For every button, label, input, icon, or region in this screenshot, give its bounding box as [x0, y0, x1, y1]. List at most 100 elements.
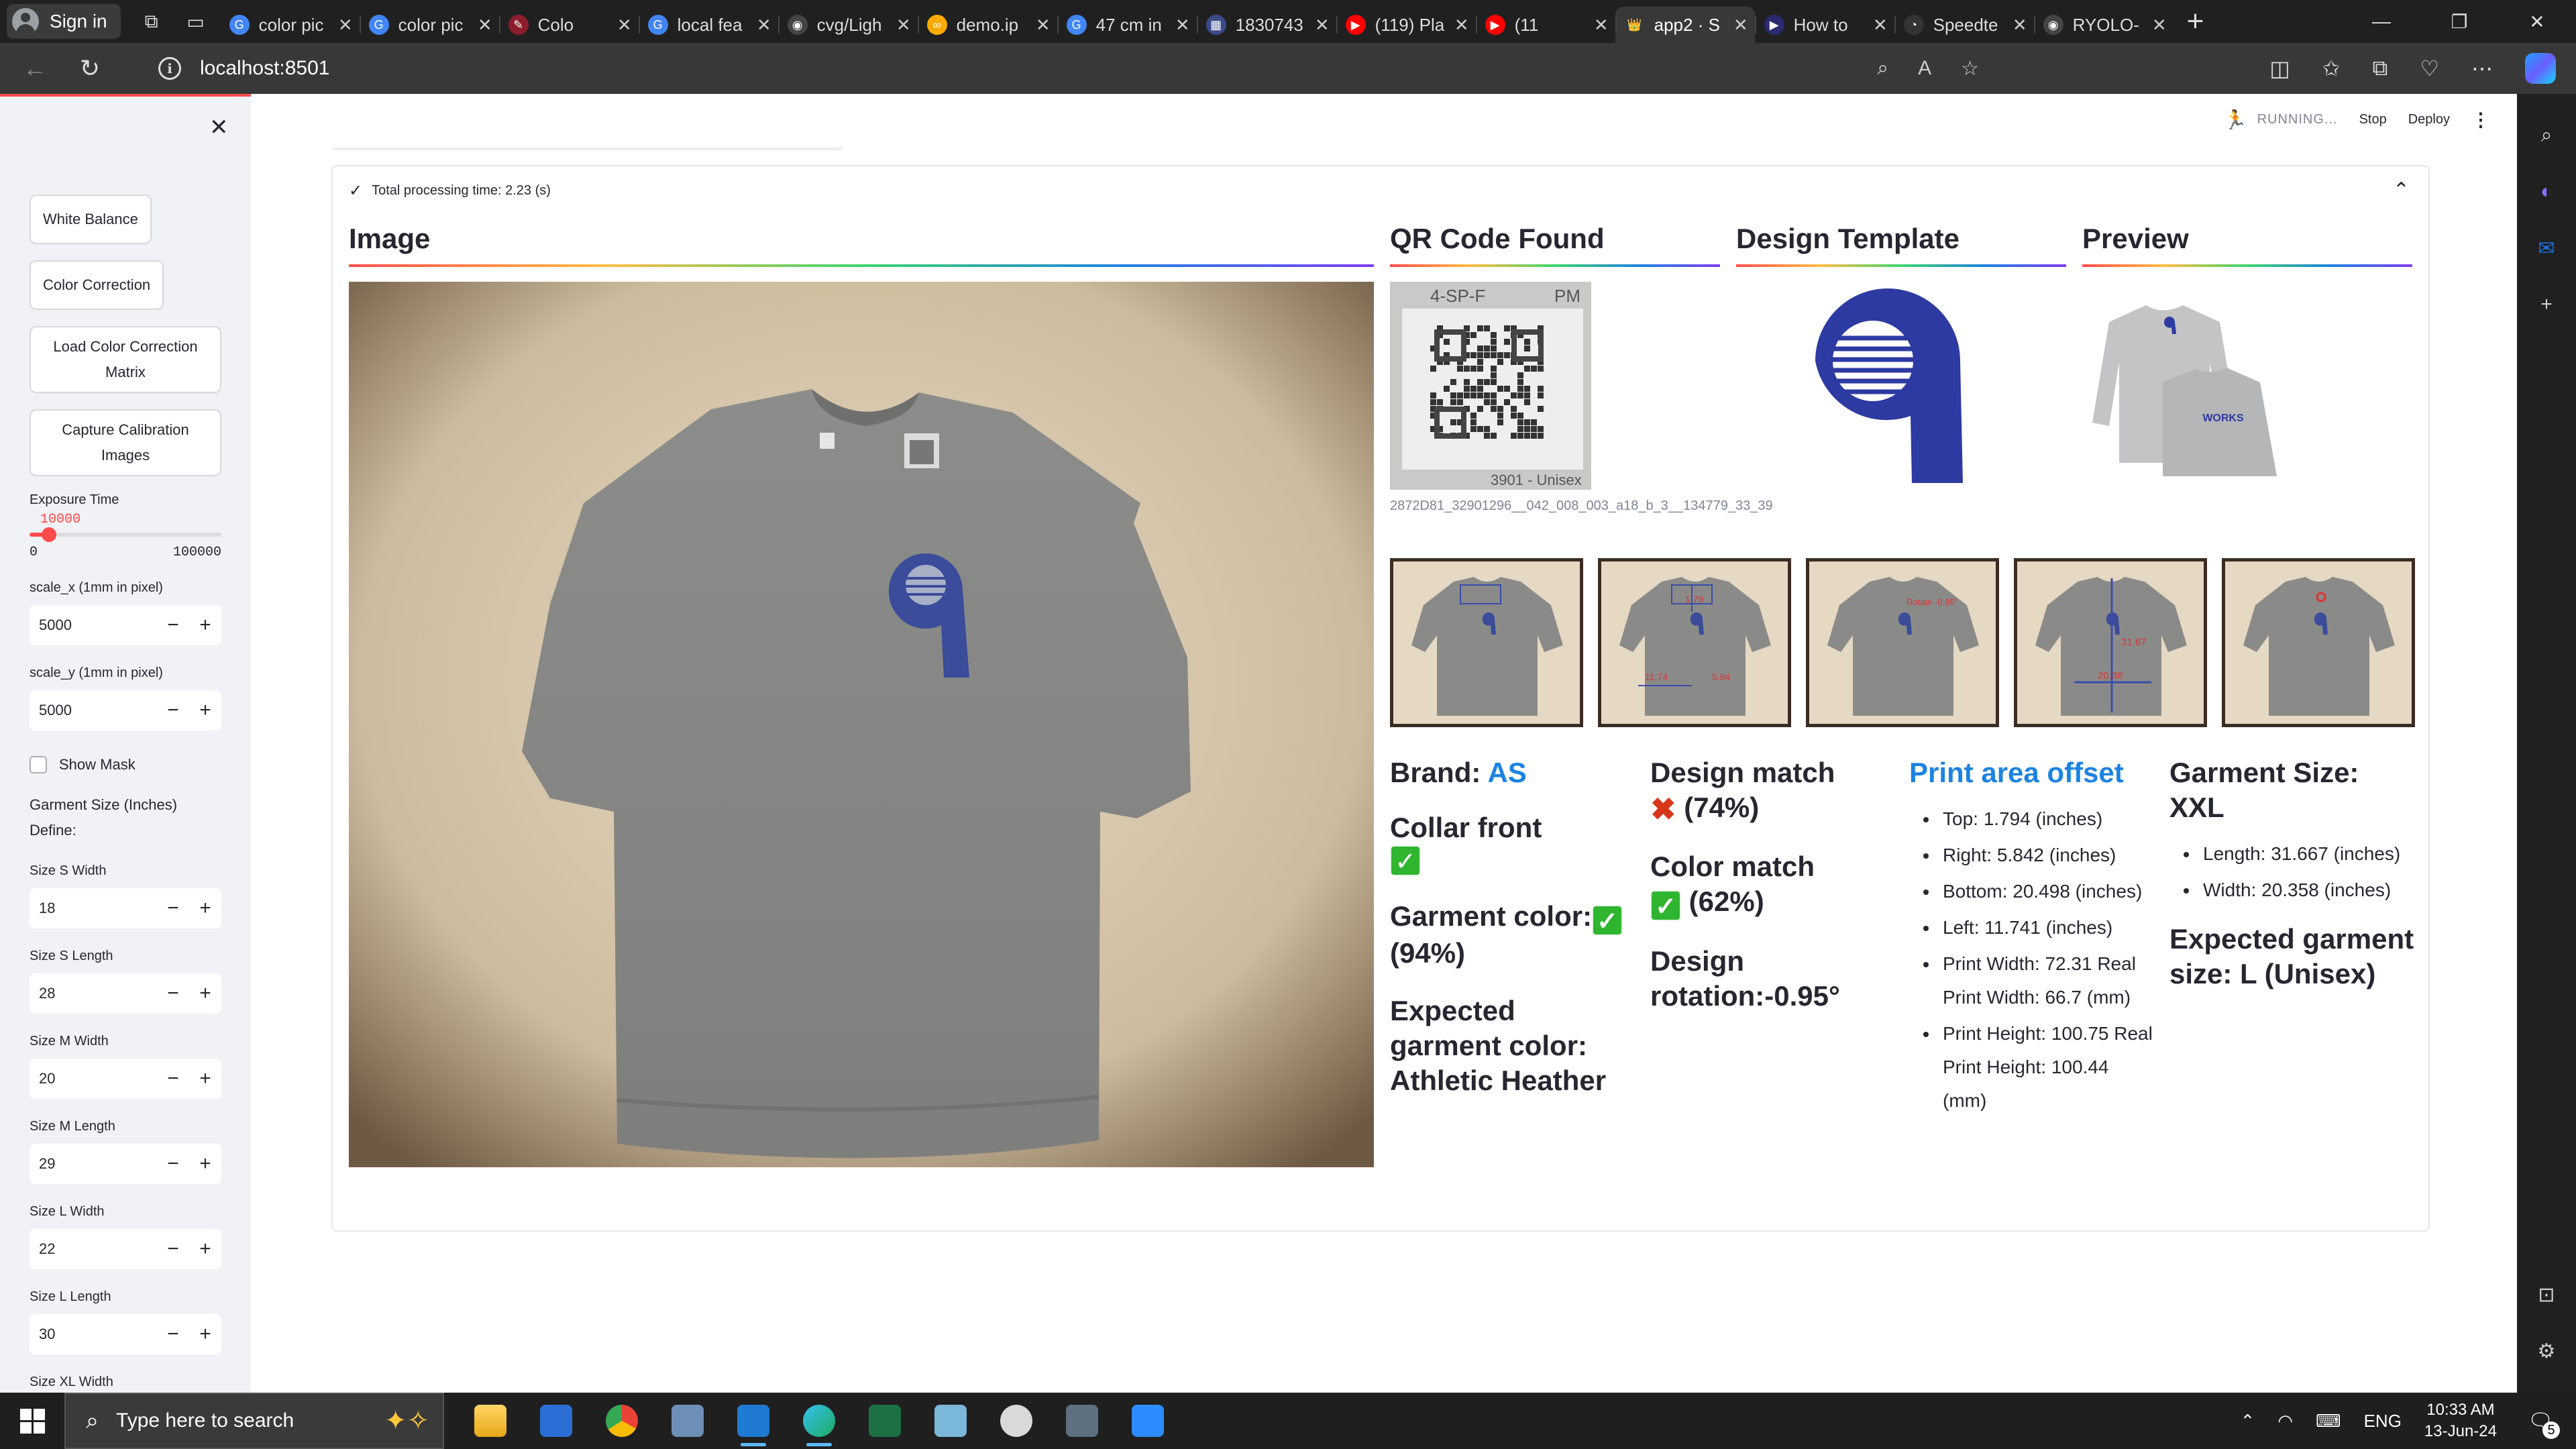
deploy-button[interactable]: Deploy — [2408, 112, 2450, 127]
zoom-app[interactable] — [1115, 1393, 1181, 1449]
favorite-star-icon[interactable]: ☆ — [1961, 57, 1979, 80]
calculator-app[interactable] — [1049, 1393, 1115, 1449]
vscode-app[interactable] — [720, 1393, 786, 1449]
scale-y-value[interactable]: 5000 — [30, 702, 157, 719]
tab-close-icon[interactable]: ✕ — [478, 15, 492, 36]
browser-tab[interactable]: ✎ Colo ✕ — [498, 7, 639, 43]
collections-icon[interactable]: ⧉ — [2372, 56, 2387, 81]
browser-tab[interactable]: ∞ demo.ip ✕ — [917, 7, 1057, 43]
notes-app[interactable] — [918, 1393, 983, 1449]
browser-tab[interactable]: ▦ 1830743 ✕ — [1196, 7, 1336, 43]
scale-x-value[interactable]: 5000 — [30, 616, 157, 634]
tab-close-icon[interactable]: ✕ — [1594, 15, 1609, 36]
capture-calibration-images-button[interactable]: Capture Calibration Images — [30, 409, 221, 476]
split-screen-icon[interactable]: ◫ — [2269, 56, 2290, 81]
scale-x-input[interactable]: 5000 − + — [30, 605, 221, 645]
status-header[interactable]: ✓ Total processing time: 2.23 (s) — [349, 181, 551, 201]
excel-app[interactable] — [852, 1393, 918, 1449]
white-balance-button[interactable]: White Balance — [30, 195, 152, 244]
browser-tab[interactable]: ◉ RYOLO- ✕ — [2033, 7, 2174, 43]
browser-tab[interactable]: ▶ (119) Pla ✕ — [1336, 7, 1476, 43]
browser-tab[interactable]: Gcolor pic ✕ — [220, 7, 360, 43]
size-number-input[interactable]: 20− + — [30, 1059, 221, 1099]
copilot-icon[interactable] — [2525, 53, 2556, 84]
decrement-icon[interactable]: − — [157, 888, 189, 928]
back-icon[interactable]: ← — [15, 48, 55, 89]
load-color-correction-matrix-button[interactable]: Load Color Correction Matrix — [30, 326, 221, 393]
taskbar-search[interactable]: ⌕ Type here to search ✦✧ — [64, 1393, 444, 1449]
chrome-app[interactable] — [589, 1393, 655, 1449]
size-number-input[interactable]: 29− + — [30, 1144, 221, 1184]
stop-button[interactable]: Stop — [2359, 112, 2387, 127]
increment-icon[interactable]: + — [189, 973, 221, 1014]
clock[interactable]: 10:33 AM 13-Jun-24 — [2424, 1399, 2497, 1442]
browser-tab[interactable]: Glocal fea ✕ — [638, 7, 778, 43]
restore-icon[interactable]: ❐ — [2420, 0, 2498, 43]
add-sidebar-app-icon[interactable]: + — [2532, 290, 2561, 319]
tab-close-icon[interactable]: ✕ — [1315, 15, 1330, 36]
size-value[interactable]: 18 — [30, 900, 157, 917]
increment-icon[interactable]: + — [189, 1144, 221, 1184]
tab-close-icon[interactable]: ✕ — [1036, 15, 1051, 36]
browser-tab[interactable]: ▶ (11 ✕ — [1475, 7, 1615, 43]
browser-essentials-icon[interactable]: ♡ — [2420, 56, 2439, 81]
profile-button[interactable]: Sign in — [7, 4, 121, 39]
keyboard-icon[interactable]: ⌨ — [2316, 1411, 2341, 1432]
decrement-icon[interactable]: − — [157, 1144, 189, 1184]
size-number-input[interactable]: 18− + — [30, 888, 221, 928]
browser-tab[interactable]: ◉ cvg/Ligh ✕ — [777, 7, 918, 43]
copilot-side-icon[interactable]: ◐ — [2532, 177, 2561, 207]
store-app[interactable] — [523, 1393, 589, 1449]
tab-close-icon[interactable]: ✕ — [1175, 15, 1190, 36]
size-value[interactable]: 29 — [30, 1155, 157, 1173]
start-button[interactable] — [0, 1393, 64, 1449]
tab-close-icon[interactable]: ✕ — [2152, 15, 2167, 36]
size-number-input[interactable]: 30− + — [30, 1314, 221, 1354]
tab-close-icon[interactable]: ✕ — [1733, 15, 1748, 36]
chevron-up-icon[interactable]: ⌃ — [2393, 178, 2410, 202]
tab-close-icon[interactable]: ✕ — [1454, 15, 1469, 36]
address-bar[interactable]: i localhost:8501 ⌕ A ☆ — [144, 48, 1995, 89]
notifications-button[interactable]: 🗨 5 — [2524, 1404, 2560, 1439]
read-aloud-icon[interactable]: A — [1918, 57, 1931, 80]
tab-close-icon[interactable]: ✕ — [757, 15, 771, 36]
sidebar-settings-icon[interactable]: ⚙ — [2532, 1336, 2561, 1366]
tray-chevron-up-icon[interactable]: ⌃ — [2241, 1411, 2255, 1432]
new-tab-button[interactable]: + — [2187, 3, 2204, 40]
tab-actions-icon[interactable]: ▭ — [182, 8, 209, 35]
decrement-icon[interactable]: − — [157, 605, 189, 645]
checkbox-box[interactable] — [30, 756, 47, 773]
increment-icon[interactable]: + — [189, 1229, 221, 1269]
exposure-slider[interactable] — [30, 527, 221, 542]
favorites-icon[interactable]: ✩ — [2322, 56, 2341, 81]
close-sidebar-icon[interactable]: ✕ — [209, 114, 229, 141]
browser-tab[interactable]: ◔ Speedte ✕ — [1894, 7, 2034, 43]
wifi-icon[interactable]: ◠ — [2277, 1411, 2293, 1432]
browser-tab[interactable]: G 47 cm in ✕ — [1057, 7, 1197, 43]
minimize-icon[interactable]: — — [2343, 0, 2420, 43]
paint-app[interactable] — [983, 1393, 1049, 1449]
browser-tab[interactable]: ▶ How to ✕ — [1754, 7, 1894, 43]
refresh-icon[interactable]: ↻ — [70, 48, 110, 89]
color-correction-button[interactable]: Color Correction — [30, 260, 164, 310]
browser-tab[interactable]: Gcolor pic ✕ — [359, 7, 499, 43]
size-value[interactable]: 30 — [30, 1326, 157, 1343]
browser-tab[interactable]: 👑 app2 · S ✕ — [1615, 7, 1755, 43]
decrement-icon[interactable]: − — [157, 1314, 189, 1354]
show-mask-checkbox[interactable]: Show Mask — [30, 756, 221, 773]
size-value[interactable]: 28 — [30, 985, 157, 1002]
decrement-icon[interactable]: − — [157, 1059, 189, 1099]
file-explorer-app[interactable] — [458, 1393, 523, 1449]
tab-close-icon[interactable]: ✕ — [896, 15, 911, 36]
increment-icon[interactable]: + — [189, 1314, 221, 1354]
menu-dots-icon[interactable]: ⋯ — [2471, 56, 2493, 81]
scale-y-input[interactable]: 5000 − + — [30, 690, 221, 731]
language-indicator[interactable]: ENG — [2364, 1411, 2402, 1432]
increment-icon[interactable]: + — [189, 605, 221, 645]
tab-close-icon[interactable]: ✕ — [338, 15, 353, 36]
size-value[interactable]: 22 — [30, 1240, 157, 1258]
search-icon[interactable]: ⌕ — [2532, 121, 2561, 150]
decrement-icon[interactable]: − — [157, 1229, 189, 1269]
decrement-icon[interactable]: − — [157, 973, 189, 1014]
screenshot-icon[interactable]: ⊡ — [2532, 1280, 2561, 1309]
